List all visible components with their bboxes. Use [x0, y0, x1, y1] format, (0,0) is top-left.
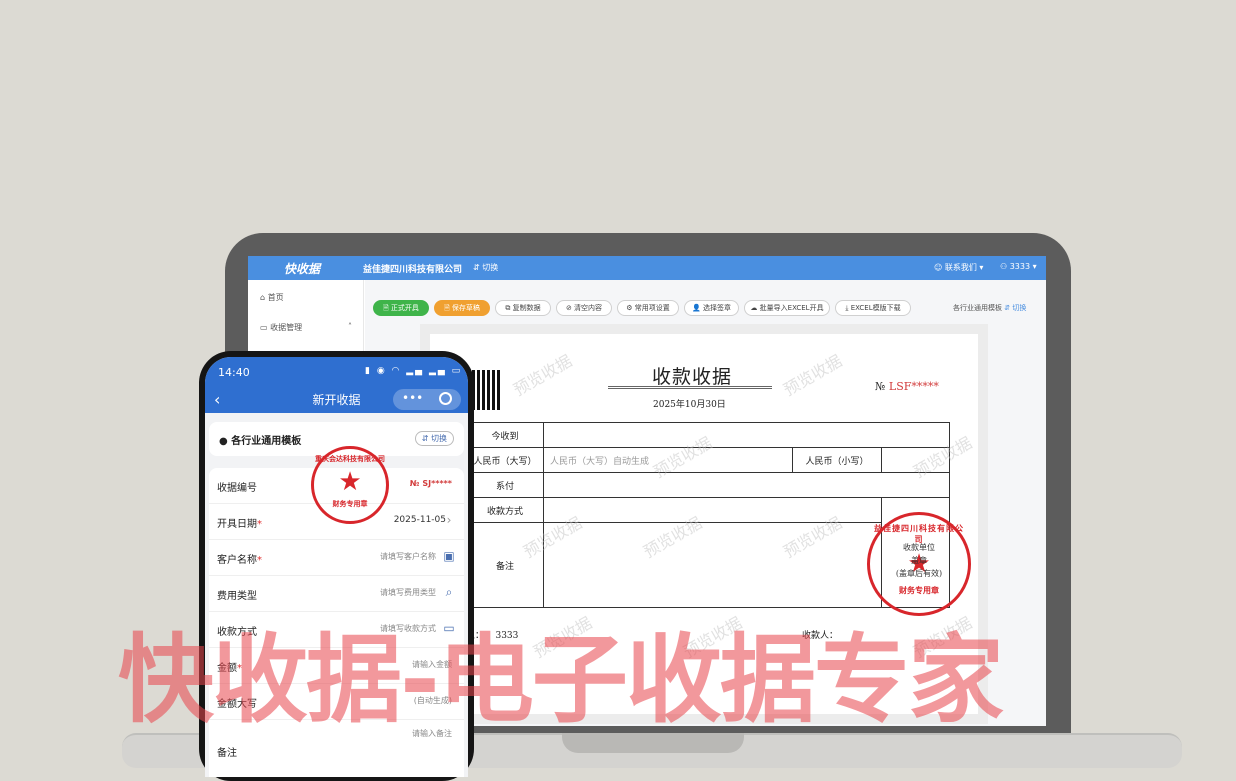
close-mini-icon[interactable]: [439, 392, 452, 405]
copy-data-button[interactable]: ⧉ 复制数据: [495, 300, 551, 316]
template-download-button[interactable]: ⤓ EXCEL模版下载: [835, 300, 911, 316]
receipt-date: 2025年10月30日: [653, 400, 726, 410]
status-time: 14:40: [218, 366, 250, 379]
rmb-lower-label: 人民币（小写）: [792, 447, 882, 473]
app-header: 快收据 益佳捷四川科技有限公司 ⇵ 切换 ☺ 联系我们 ▾ ⚇ 3333 ▾: [248, 256, 1046, 280]
received-from-field[interactable]: [543, 422, 950, 448]
title-underline: [608, 386, 772, 389]
sidebar-item-home[interactable]: ⌂ 首页: [260, 292, 284, 303]
user-menu[interactable]: ⚇ 3333 ▾: [1000, 262, 1037, 271]
more-icon[interactable]: •••: [402, 391, 423, 405]
form-row-fee-type[interactable]: 费用类型 请填写费用类型 ⌕: [209, 576, 464, 612]
company-name: 益佳捷四川科技有限公司: [363, 265, 463, 275]
rmb-upper-label: 人民币（大写）: [466, 447, 544, 473]
receipt-number: № LSF*****: [875, 380, 939, 393]
chevron-right-icon: ›: [446, 513, 452, 527]
issue-button[interactable]: 🗎 正式开具: [373, 300, 429, 316]
status-icons: ▮ ◉ ◠ ▂▄ ▂▄ ▭: [365, 366, 463, 376]
receipt-title: 收款收据: [652, 366, 733, 388]
search-icon[interactable]: ⌕: [442, 585, 456, 599]
batch-import-button[interactable]: ☁ 批量导入EXCEL开具: [744, 300, 830, 316]
app-logo[interactable]: 快收据: [284, 260, 320, 277]
home-icon: ⌂: [260, 293, 266, 302]
company-stamp: 益佳捷四川科技有限公司 收款单位 ★ 盖章 (盖章后有效) 财务专用章: [867, 512, 971, 616]
phone-header: 14:40 ▮ ◉ ◠ ▂▄ ▂▄ ▭ ‹ 新开收据 •••: [205, 357, 468, 413]
paid-for-field[interactable]: [543, 472, 950, 498]
template-switch-button[interactable]: ⇵ 切换: [414, 431, 454, 446]
common-settings-button[interactable]: ⚙ 常用项设置: [617, 300, 679, 316]
watermark: 预览收据: [780, 351, 846, 400]
slogan: 快收据-电子收据专家: [118, 624, 1004, 736]
watermark: 预览收据: [510, 351, 576, 400]
template-name: ● 各行业通用模板: [219, 436, 302, 447]
template-selector[interactable]: 各行业通用模板 ⇵ 切换: [953, 303, 1026, 313]
contact-card-icon[interactable]: ▣: [442, 549, 456, 563]
received-from-label: 今收到: [466, 422, 544, 448]
form-row-customer[interactable]: 客户名称* 请填写客户名称 ▣: [209, 540, 464, 576]
qr-code-icon: [472, 370, 502, 410]
phone-stamp: 重庆会达科技有限公司 ★ 财务专用章: [311, 446, 389, 524]
paid-for-label: 系付: [466, 472, 544, 498]
receipt-icon: ▭: [260, 323, 268, 332]
sidebar-item-label: 收据管理: [270, 323, 303, 332]
sidebar-item-receipts[interactable]: ▭ 收据管理 ˄: [260, 322, 352, 333]
save-draft-button[interactable]: 🗎 保存草稿: [434, 300, 490, 316]
sidebar-item-label: 首页: [267, 293, 284, 302]
contact-menu[interactable]: ☺ 联系我们 ▾: [934, 262, 983, 273]
select-stamp-button[interactable]: 👤 选择签章: [684, 300, 739, 316]
clear-content-button[interactable]: ⊘ 清空内容: [556, 300, 612, 316]
chevron-up-icon: ˄: [348, 322, 352, 331]
payment-method-label: 收款方式: [466, 497, 544, 523]
star-icon: ★: [338, 467, 362, 497]
company-switch-button[interactable]: ⇵ 切换: [473, 262, 498, 273]
